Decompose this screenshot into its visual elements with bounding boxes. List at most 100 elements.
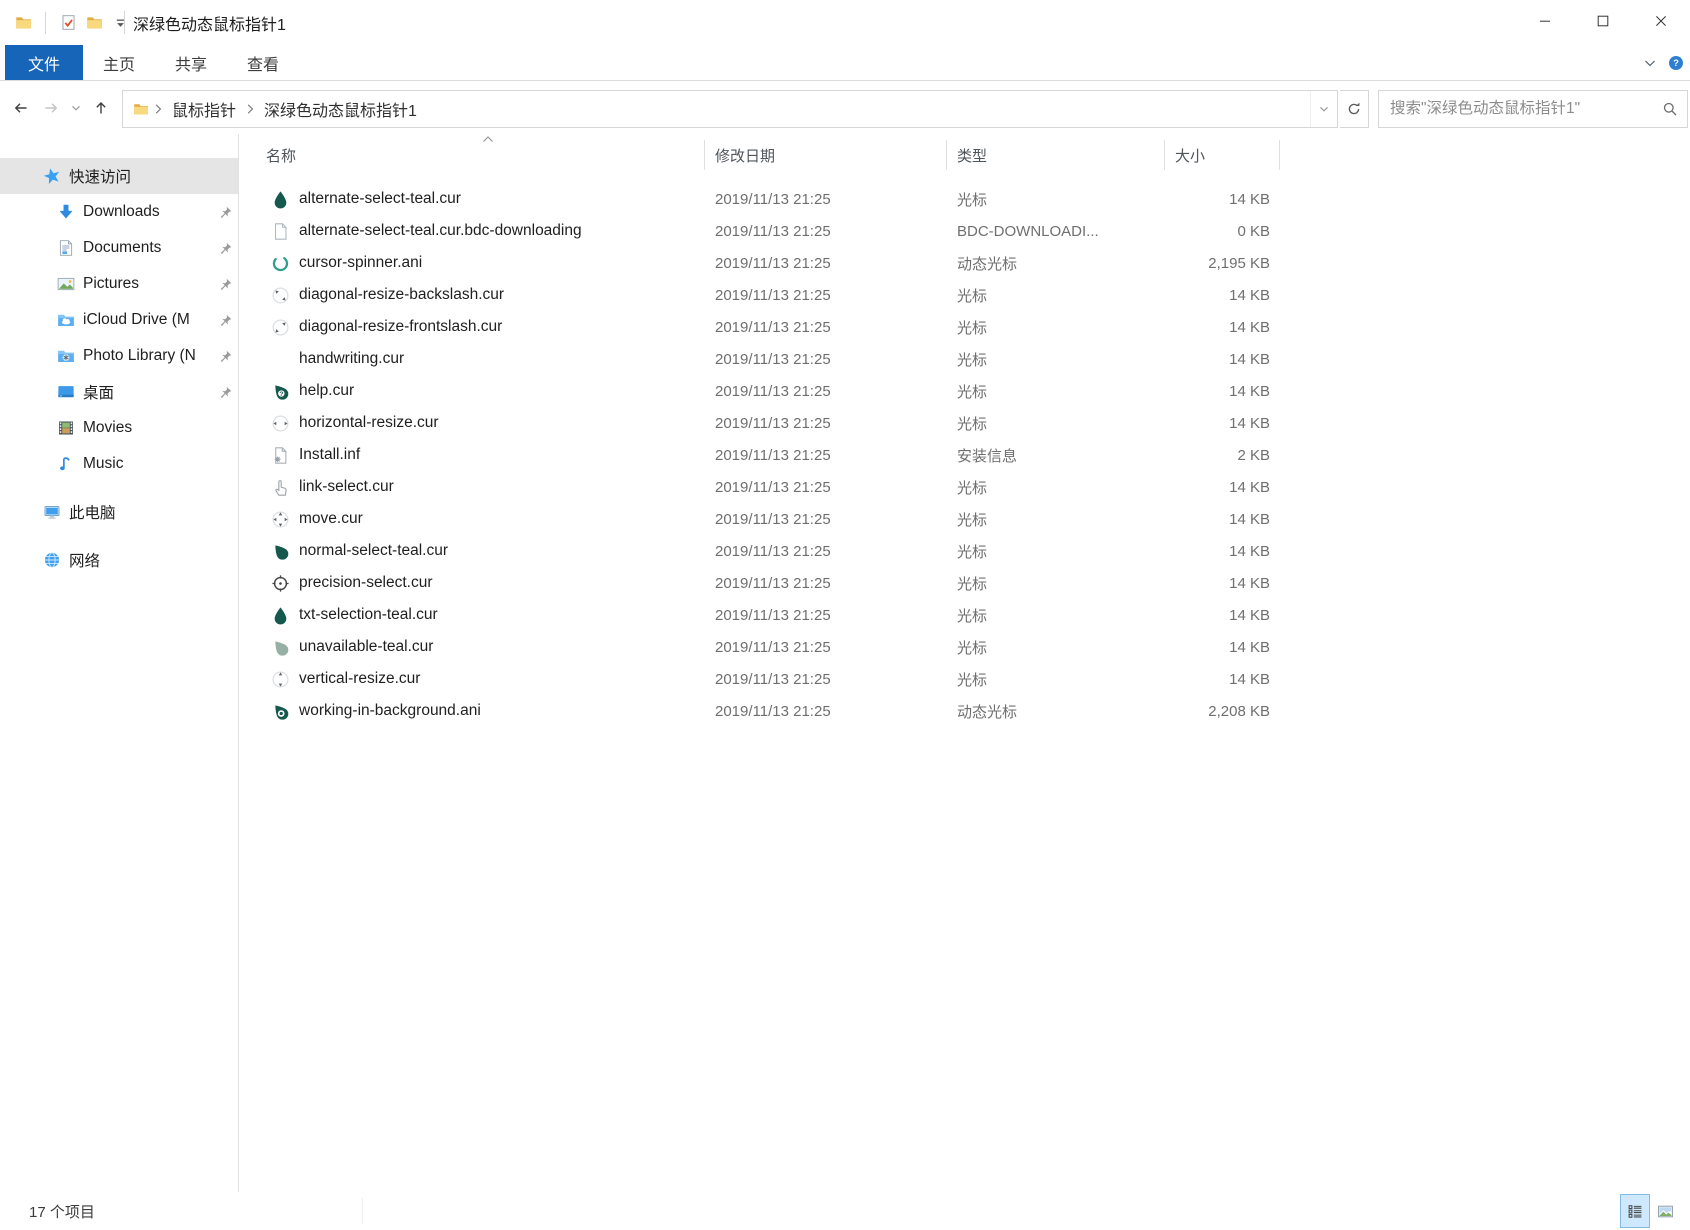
move-icon xyxy=(270,510,290,529)
maximize-button[interactable] xyxy=(1574,0,1632,42)
sidebar-item-quick-access[interactable]: 快速访问 xyxy=(0,158,238,194)
file-row[interactable]: working-in-background.ani 2019/11/13 21:2… xyxy=(239,695,1690,727)
hand-pointer-icon xyxy=(270,478,290,497)
file-row[interactable]: ? help.cur 2019/11/13 21:25 光标 14 KB xyxy=(239,375,1690,407)
column-header-type[interactable]: 类型 xyxy=(947,140,1165,170)
file-size: 14 KB xyxy=(1229,286,1270,304)
sidebar-item-downloads[interactable]: Downloads xyxy=(0,194,238,230)
file-size: 14 KB xyxy=(1229,574,1270,592)
forward-button[interactable] xyxy=(36,92,66,124)
file-size: 14 KB xyxy=(1229,190,1270,208)
file-type: 光标 xyxy=(957,639,988,657)
ribbon-tab-row: 文件 主页 共享 查看 ? xyxy=(0,45,1690,81)
file-row[interactable]: cursor-spinner.ani 2019/11/13 21:25 动态光标 2,… xyxy=(239,247,1690,279)
details-view-button[interactable] xyxy=(1620,1194,1650,1228)
up-button[interactable] xyxy=(86,92,116,124)
breadcrumb-item[interactable]: 鼠标指针 xyxy=(167,97,241,121)
file-size: 2 KB xyxy=(1237,446,1270,464)
close-button[interactable] xyxy=(1632,0,1690,42)
column-header-size[interactable]: 大小 xyxy=(1165,140,1280,170)
column-header-name[interactable]: 名称 xyxy=(239,136,705,170)
help-icon[interactable]: ? xyxy=(1668,55,1684,71)
precision-icon xyxy=(270,574,290,593)
file-size: 14 KB xyxy=(1229,382,1270,400)
file-modified-date: 2019/11/13 21:25 xyxy=(715,254,831,272)
customize-toolbar-dropdown-icon[interactable] xyxy=(107,8,133,38)
chevron-right-icon[interactable] xyxy=(242,101,258,117)
sidebar-item-documents[interactable]: Documents xyxy=(0,230,238,266)
file-type: 安装信息 xyxy=(957,447,1018,465)
file-modified-date: 2019/11/13 21:25 xyxy=(715,510,831,528)
sidebar-item-pictures[interactable]: Pictures xyxy=(0,266,238,302)
file-row[interactable]: diagonal-resize-backslash.cur 2019/11/13 … xyxy=(239,279,1690,311)
tab-home[interactable]: 主页 xyxy=(83,45,155,80)
document-icon xyxy=(56,239,76,257)
sidebar-item-network[interactable]: 网络 xyxy=(0,542,238,578)
refresh-button[interactable] xyxy=(1340,90,1369,128)
file-type: 光标 xyxy=(957,575,988,593)
file-type: 光标 xyxy=(957,479,988,497)
inf-page-icon xyxy=(270,446,290,465)
sidebar-item-label: Pictures xyxy=(83,275,139,292)
sidebar-item-this-pc[interactable]: 此电脑 xyxy=(0,494,238,530)
file-size: 2,208 KB xyxy=(1208,702,1270,720)
title-bar: 深绿色动态鼠标指针1 xyxy=(0,0,1690,45)
desktop-icon xyxy=(56,383,76,401)
sidebar-item-music[interactable]: Music xyxy=(0,446,238,482)
new-folder-icon[interactable] xyxy=(81,8,107,38)
address-dropdown-icon[interactable] xyxy=(1310,91,1337,127)
file-row[interactable]: normal-select-teal.cur 2019/11/13 21:25 光标… xyxy=(239,535,1690,567)
this-pc-icon xyxy=(42,503,62,521)
collapse-ribbon-icon[interactable] xyxy=(1642,55,1658,71)
file-size: 14 KB xyxy=(1229,670,1270,688)
svg-text:?: ? xyxy=(279,390,283,397)
file-row[interactable]: vertical-resize.cur 2019/11/13 21:25 光标 14 … xyxy=(239,663,1690,695)
sidebar-item-icloud-drive[interactable]: iCloud Drive (M xyxy=(0,302,238,338)
file-row[interactable]: link-select.cur 2019/11/13 21:25 光标 14 KB xyxy=(239,471,1690,503)
file-row[interactable]: handwriting.cur 2019/11/13 21:25 光标 14 KB xyxy=(239,343,1690,375)
view-switcher xyxy=(1620,1193,1680,1229)
sidebar-item-label: 网络 xyxy=(69,553,101,570)
file-row[interactable]: precision-select.cur 2019/11/13 21:25 光标 14… xyxy=(239,567,1690,599)
sidebar-item-movies[interactable]: Movies xyxy=(0,410,238,446)
breadcrumb-item[interactable]: 深绿色动态鼠标指针1 xyxy=(259,97,422,121)
file-type: 光标 xyxy=(957,671,988,689)
file-row[interactable]: alternate-select-teal.cur 2019/11/13 21:2… xyxy=(239,183,1690,215)
minimize-button[interactable] xyxy=(1516,0,1574,42)
recent-locations-dropdown-icon[interactable] xyxy=(66,92,86,124)
file-row[interactable]: alternate-select-teal.cur.bdc-downloadin… xyxy=(239,215,1690,247)
file-row[interactable]: move.cur 2019/11/13 21:25 光标 14 KB xyxy=(239,503,1690,535)
column-headers: 名称 修改日期 类型 大小 xyxy=(239,136,1690,170)
address-box[interactable]: 鼠标指针 深绿色动态鼠标指针1 xyxy=(122,90,1338,128)
pin-icon xyxy=(216,313,234,328)
properties-icon[interactable] xyxy=(55,8,81,38)
sidebar-item-label: iCloud Drive (M xyxy=(83,311,190,328)
file-name: unavailable-teal.cur xyxy=(299,638,434,655)
file-row[interactable]: diagonal-resize-frontslash.cur 2019/11/13… xyxy=(239,311,1690,343)
tab-view[interactable]: 查看 xyxy=(227,45,299,80)
sort-ascending-icon xyxy=(482,135,494,143)
file-row[interactable]: unavailable-teal.cur 2019/11/13 21:25 光标 14… xyxy=(239,631,1690,663)
file-row[interactable]: Install.inf 2019/11/13 21:25 安装信息 2 KB xyxy=(239,439,1690,471)
teal-ring-drop-icon xyxy=(270,702,290,721)
sidebar-item-photo-library[interactable]: Photo Library (N xyxy=(0,338,238,374)
file-row[interactable]: txt-selection-teal.cur 2019/11/13 21:25 光标… xyxy=(239,599,1690,631)
file-modified-date: 2019/11/13 21:25 xyxy=(715,382,831,400)
sidebar-item-desktop[interactable]: 桌面 xyxy=(0,374,238,410)
column-header-label: 名称 xyxy=(266,147,297,165)
column-header-modified[interactable]: 修改日期 xyxy=(705,140,947,170)
sidebar-item-label: Downloads xyxy=(83,203,160,220)
chevron-right-icon[interactable] xyxy=(150,101,166,117)
vertical-resize-icon xyxy=(270,670,290,689)
search-icon[interactable] xyxy=(1653,101,1687,117)
search-input[interactable] xyxy=(1379,91,1653,127)
back-button[interactable] xyxy=(6,92,36,124)
large-icons-view-button[interactable] xyxy=(1650,1194,1680,1228)
main-area: 快速访问 Downloads Documents Pictures iCloud Dri… xyxy=(0,134,1690,1192)
file-type: 光标 xyxy=(957,351,988,369)
tab-share[interactable]: 共享 xyxy=(155,45,227,80)
file-size: 14 KB xyxy=(1229,478,1270,496)
tab-file[interactable]: 文件 xyxy=(5,45,83,80)
file-modified-date: 2019/11/13 21:25 xyxy=(715,670,831,688)
file-row[interactable]: horizontal-resize.cur 2019/11/13 21:25 光标 1… xyxy=(239,407,1690,439)
